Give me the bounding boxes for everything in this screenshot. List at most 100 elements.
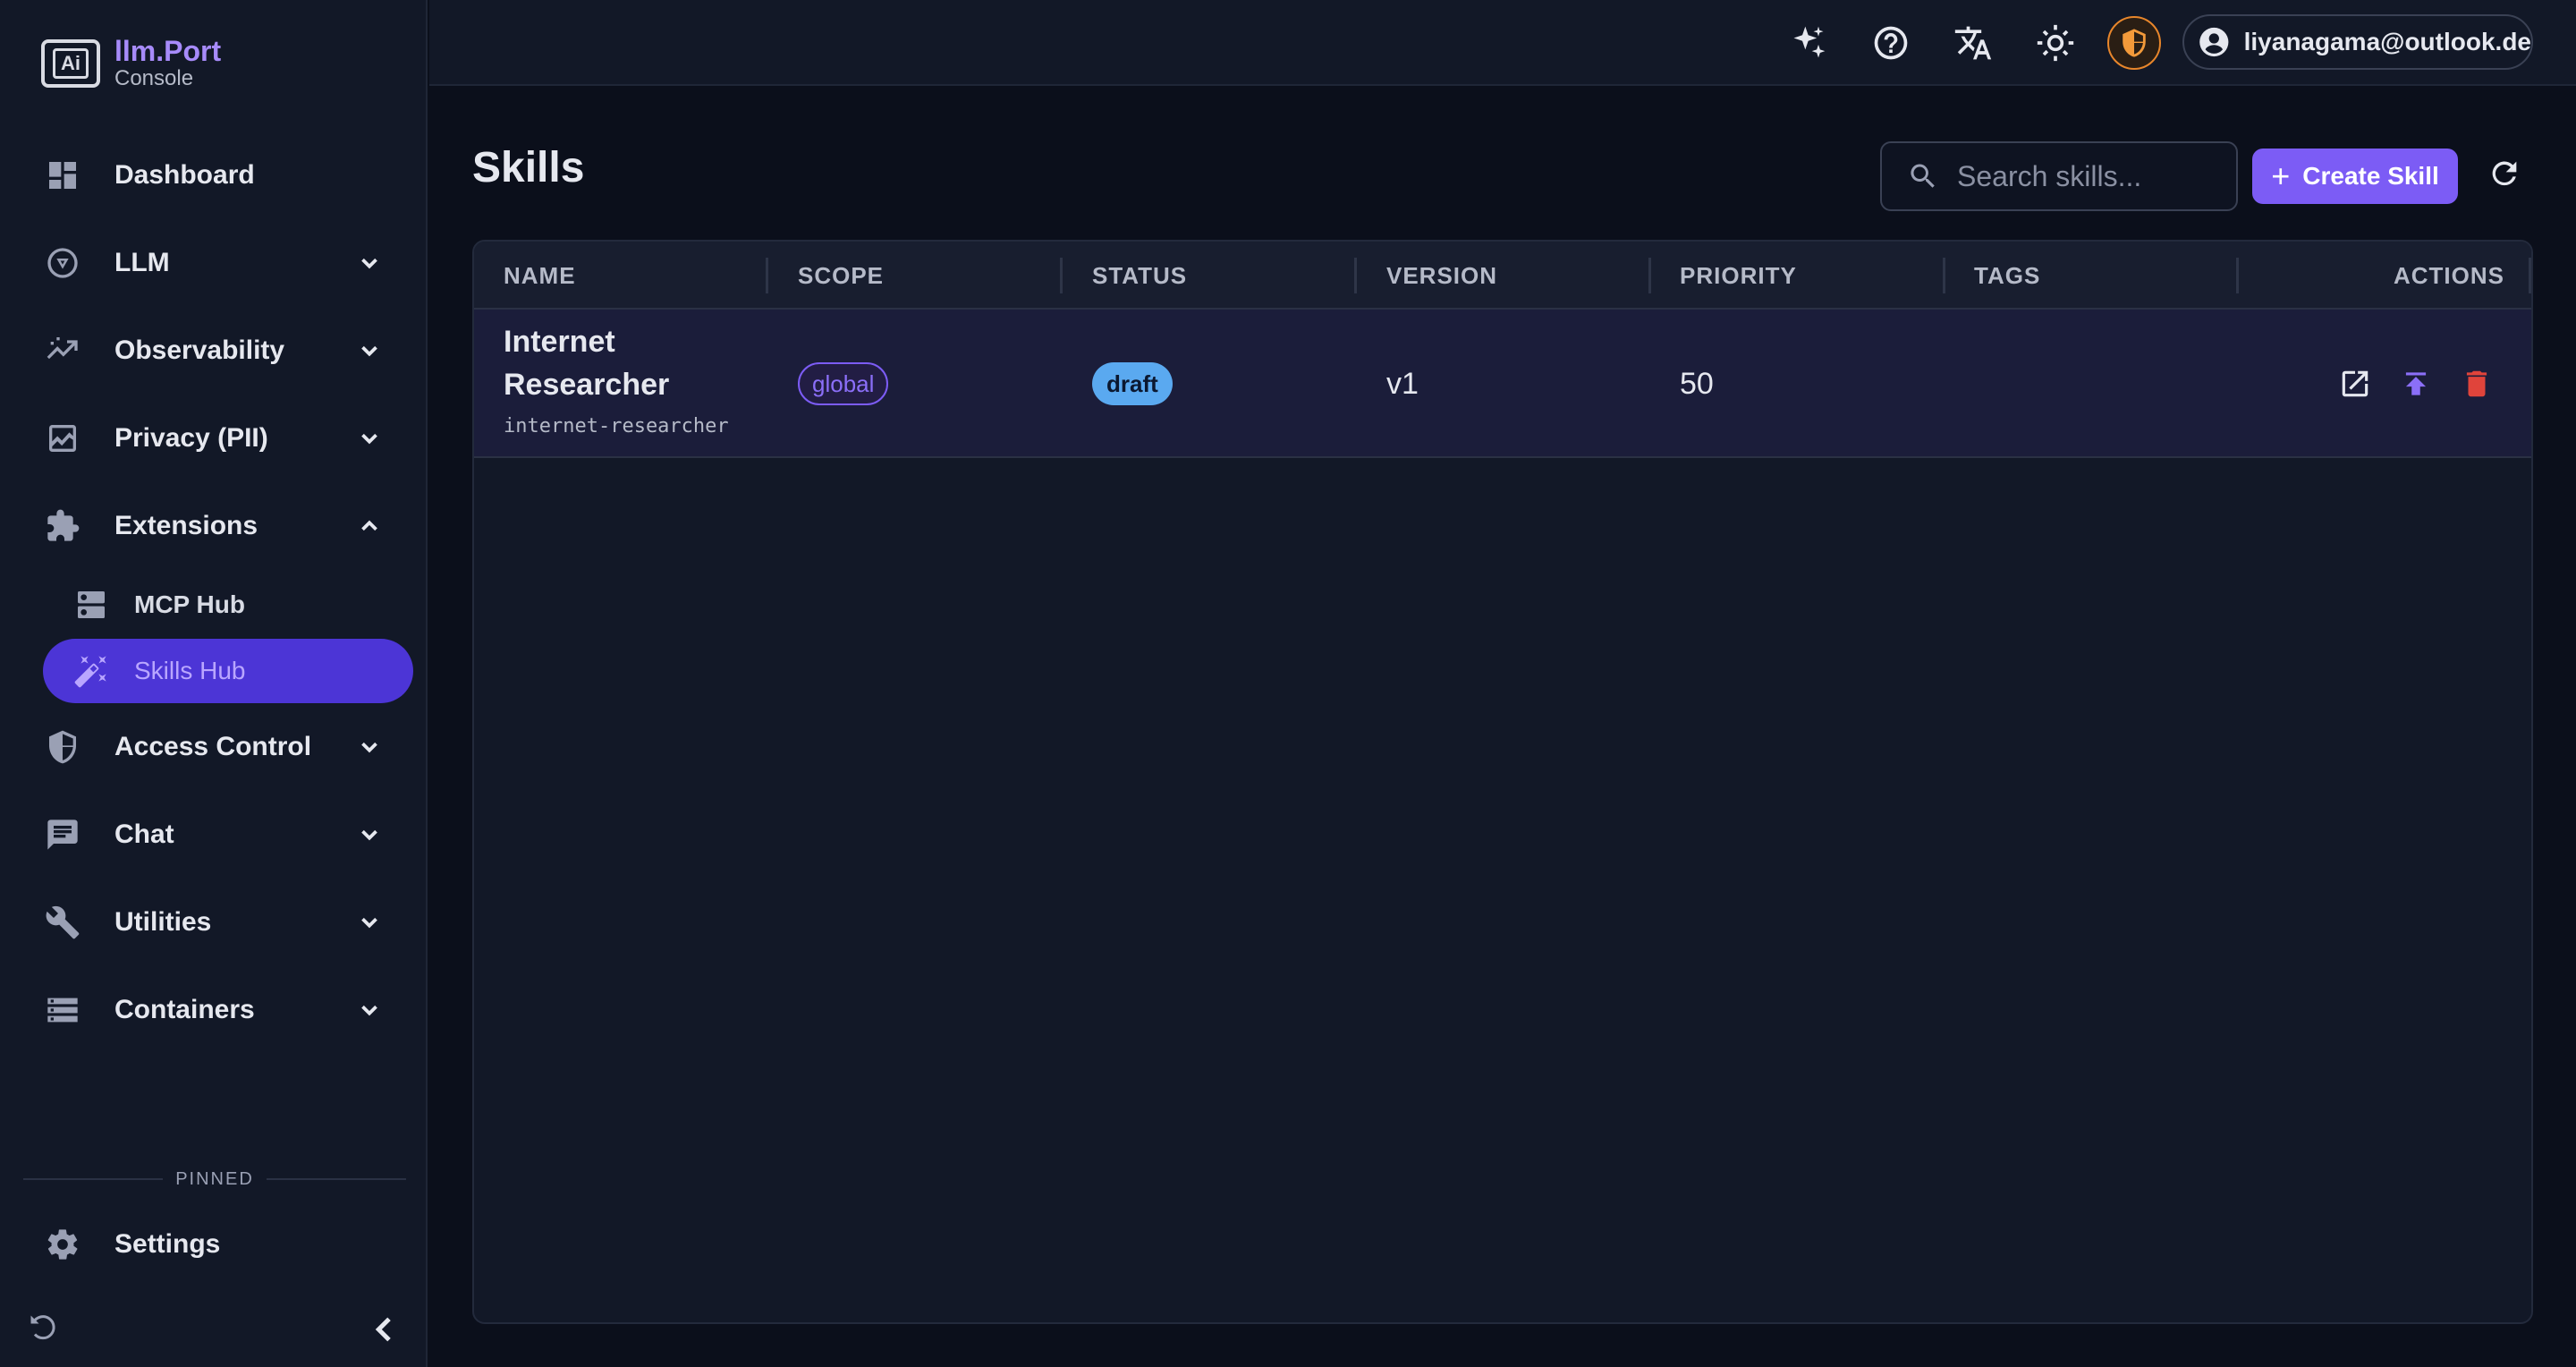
chart-area-icon xyxy=(43,419,82,458)
search-box[interactable] xyxy=(1880,141,2238,211)
sidebar-item-settings[interactable]: Settings xyxy=(43,1213,392,1276)
delete-icon[interactable] xyxy=(2456,363,2497,404)
shield-icon xyxy=(43,727,82,767)
sidebar-item-label: Chat xyxy=(114,819,174,849)
gear-icon xyxy=(43,1225,82,1264)
column-separator[interactable] xyxy=(2236,258,2239,293)
table-row[interactable]: Internet Researcher internet-researcher … xyxy=(474,310,2531,458)
table-header: NAME SCOPE STATUS VERSION PRIORITY TAGS … xyxy=(474,242,2531,310)
divider-line xyxy=(23,1178,164,1180)
column-header-status[interactable]: STATUS xyxy=(1092,242,1187,310)
dashboard-icon xyxy=(43,156,82,195)
sidebar-item-label: Skills Hub xyxy=(134,657,246,684)
sidebar-item-label: Dashboard xyxy=(114,160,255,190)
version-cell: v1 xyxy=(1386,367,1419,401)
skill-slug: internet-researcher xyxy=(504,415,729,437)
sidebar-item-label: Extensions xyxy=(114,511,258,540)
help-icon[interactable] xyxy=(1868,20,1914,66)
brand-logo-icon: Ai xyxy=(41,39,100,88)
skill-name-cell: Internet Researcher internet-researcher xyxy=(504,320,729,437)
refresh-icon[interactable] xyxy=(2485,154,2524,193)
sidebar-item-llm[interactable]: LLM xyxy=(43,232,392,294)
sidebar-item-label: Observability xyxy=(114,335,285,365)
server-icon xyxy=(72,585,111,624)
column-header-version[interactable]: VERSION xyxy=(1386,242,1497,310)
sidebar-item-dashboard[interactable]: Dashboard xyxy=(43,144,392,207)
column-header-scope[interactable]: SCOPE xyxy=(798,242,884,310)
search-icon xyxy=(1911,164,1935,188)
sidebar-item-label: LLM xyxy=(114,248,170,277)
chevron-down-icon xyxy=(356,997,383,1023)
column-separator[interactable] xyxy=(766,258,768,293)
column-header-name[interactable]: NAME xyxy=(504,242,576,310)
sidebar-item-label: Privacy (PII) xyxy=(114,423,268,453)
brand-subtitle: Console xyxy=(114,66,194,90)
sidebar-item-privacy[interactable]: Privacy (PII) xyxy=(43,407,392,470)
sidebar-item-label: Utilities xyxy=(114,907,212,937)
storage-icon xyxy=(43,990,82,1030)
column-header-actions: ACTIONS xyxy=(2394,261,2504,289)
app-root: Ai llm.Port Console Dashboard LLM Observ… xyxy=(0,0,2576,1367)
create-skill-label: Create Skill xyxy=(2302,162,2439,190)
column-separator[interactable] xyxy=(1354,258,1357,293)
wrench-icon xyxy=(43,903,82,942)
chevron-left-icon[interactable] xyxy=(367,1312,402,1347)
chevron-down-icon xyxy=(356,425,383,452)
sidebar-item-chat[interactable]: Chat xyxy=(43,803,392,866)
sidebar-item-label: MCP Hub xyxy=(134,590,245,618)
chevron-down-icon xyxy=(356,821,383,848)
column-separator[interactable] xyxy=(1060,258,1063,293)
open-external-icon[interactable] xyxy=(2334,363,2376,404)
magic-wand-icon xyxy=(72,651,111,691)
trending-icon xyxy=(43,331,82,370)
sidebar-item-utilities[interactable]: Utilities xyxy=(43,891,392,954)
sidebar-item-containers[interactable]: Containers xyxy=(43,979,392,1041)
sidebar-item-extensions[interactable]: Extensions xyxy=(43,495,392,557)
security-shield-icon[interactable] xyxy=(2107,16,2161,70)
status-cell: draft xyxy=(1092,362,1173,405)
brand-name: llm.Port xyxy=(114,35,222,67)
column-separator[interactable] xyxy=(1943,258,1945,293)
sidebar-item-skills-hub[interactable]: Skills Hub xyxy=(43,639,413,703)
sidebar-item-label: Containers xyxy=(114,995,255,1024)
sidebar: Ai llm.Port Console Dashboard LLM Observ… xyxy=(0,0,428,1367)
priority-cell: 50 xyxy=(1680,367,1714,401)
create-skill-button[interactable]: + Create Skill xyxy=(2252,149,2458,204)
scope-cell: global xyxy=(798,362,889,405)
sparkle-icon[interactable] xyxy=(1785,20,1832,66)
sidebar-footer xyxy=(27,1312,402,1351)
column-header-tags[interactable]: TAGS xyxy=(1974,242,2040,310)
column-separator[interactable] xyxy=(2529,258,2531,293)
theme-sun-icon[interactable] xyxy=(2032,20,2079,66)
topbar: liyanagama@outlook.de xyxy=(429,0,2576,86)
pinned-divider: PINNED xyxy=(23,1168,407,1190)
brand-logo-text: Ai xyxy=(53,48,89,79)
chevron-down-icon xyxy=(356,337,383,364)
user-menu-button[interactable]: liyanagama@outlook.de xyxy=(2182,14,2533,70)
publish-icon[interactable] xyxy=(2395,363,2436,404)
skills-table: NAME SCOPE STATUS VERSION PRIORITY TAGS … xyxy=(472,240,2533,1324)
chevron-up-icon xyxy=(356,513,383,539)
brand-text: llm.Port Console xyxy=(114,36,221,91)
llm-icon xyxy=(43,243,82,283)
sidebar-item-label: Settings xyxy=(114,1229,221,1259)
chevron-down-icon xyxy=(356,909,383,936)
divider-line xyxy=(266,1178,407,1180)
skill-name-line1: Internet xyxy=(504,325,615,359)
sidebar-item-label: Access Control xyxy=(114,732,312,761)
sidebar-item-observability[interactable]: Observability xyxy=(43,319,392,382)
sidebar-item-access-control[interactable]: Access Control xyxy=(43,716,392,778)
column-header-priority[interactable]: PRIORITY xyxy=(1680,242,1797,310)
page-title: Skills xyxy=(472,144,585,191)
search-input[interactable] xyxy=(1957,159,2225,193)
account-circle-icon xyxy=(2199,27,2229,57)
pinned-label: PINNED xyxy=(175,1168,254,1189)
reset-icon[interactable] xyxy=(27,1312,59,1344)
chat-icon xyxy=(43,815,82,854)
brand[interactable]: Ai llm.Port Console xyxy=(41,36,221,91)
sidebar-item-mcp-hub[interactable]: MCP Hub xyxy=(43,573,413,637)
chevron-down-icon xyxy=(356,250,383,276)
user-email: liyanagama@outlook.de xyxy=(2243,28,2531,55)
translate-icon[interactable] xyxy=(1950,20,1996,66)
column-separator[interactable] xyxy=(1648,258,1651,293)
